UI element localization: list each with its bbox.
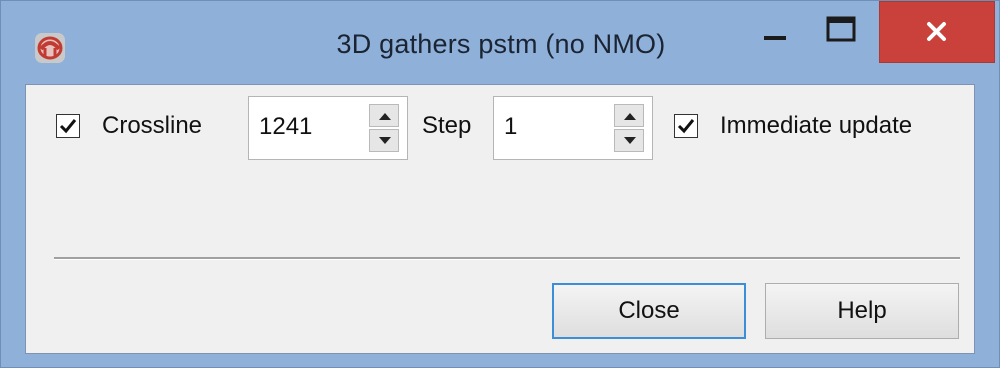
separator-line	[54, 257, 960, 260]
arrow-down-icon	[379, 137, 391, 144]
immediate-update-checkbox[interactable]	[674, 114, 698, 138]
step-value[interactable]: 1	[504, 112, 517, 142]
crossline-spinbox[interactable]: 1241	[248, 96, 408, 160]
crossline-spin-buttons	[369, 104, 399, 152]
arrow-up-icon	[624, 113, 636, 120]
close-button[interactable]: Close	[552, 283, 746, 339]
crossline-checkbox[interactable]	[56, 114, 80, 138]
dialog-window: 3D gathers pstm (no NMO) Crossline 1241 …	[0, 0, 1000, 368]
crossline-label: Crossline	[102, 112, 203, 139]
step-label: Step	[422, 112, 472, 139]
minimize-icon	[764, 36, 786, 40]
window-title: 3D gathers pstm (no NMO)	[336, 29, 666, 59]
arrow-down-icon	[624, 137, 636, 144]
maximize-icon	[826, 16, 856, 42]
title-bar[interactable]: 3D gathers pstm (no NMO)	[1, 1, 999, 81]
step-increment-button[interactable]	[614, 104, 644, 127]
minimize-button[interactable]	[746, 1, 808, 63]
maximize-button[interactable]	[811, 1, 873, 63]
step-spin-buttons	[614, 104, 644, 152]
crossline-value[interactable]: 1241	[259, 112, 312, 142]
checkmark-icon	[677, 119, 695, 134]
close-icon	[927, 22, 946, 41]
dialog-body: Crossline 1241 Step 1 Immediate update C…	[25, 84, 975, 354]
immediate-update-label: Immediate update	[720, 112, 913, 139]
window-close-button[interactable]	[879, 1, 995, 63]
step-spinbox[interactable]: 1	[493, 96, 653, 160]
app-icon	[31, 29, 71, 69]
step-decrement-button[interactable]	[614, 129, 644, 152]
crossline-decrement-button[interactable]	[369, 129, 399, 152]
arrow-up-icon	[379, 113, 391, 120]
crossline-increment-button[interactable]	[369, 104, 399, 127]
help-button[interactable]: Help	[765, 283, 959, 339]
checkmark-icon	[59, 119, 77, 134]
